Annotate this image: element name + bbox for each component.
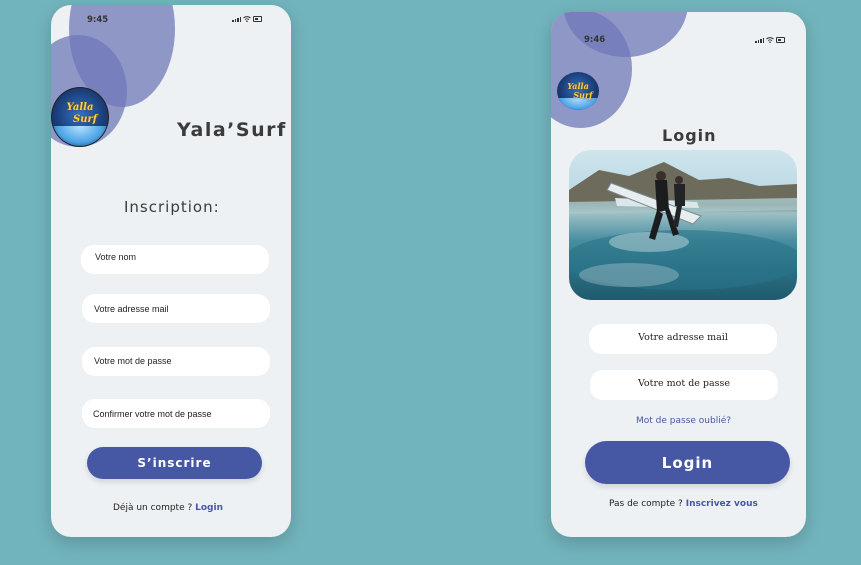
- email-placeholder: Votre adresse mail: [94, 304, 169, 314]
- password-field[interactable]: Votre mot de passe: [590, 370, 778, 400]
- login-button[interactable]: Login: [585, 441, 790, 484]
- forgot-password-link[interactable]: Mot de passe oublié?: [636, 416, 731, 426]
- signal-icon: [232, 17, 241, 22]
- app-logo: Yalla Surf: [51, 87, 109, 147]
- signal-icon: [755, 38, 764, 43]
- signup-link[interactable]: Inscrivez vous: [686, 499, 758, 509]
- password-field[interactable]: Votre mot de passe: [82, 347, 270, 376]
- password-placeholder: Votre mot de passe: [637, 378, 731, 389]
- email-field[interactable]: Votre adresse mail: [589, 324, 777, 354]
- signup-prompt-text: Pas de compte ?: [609, 499, 683, 509]
- login-screen: 9:46 Yalla Surf Login Votre adresse mail…: [551, 12, 806, 537]
- app-name: Yala’Surf: [177, 119, 287, 141]
- password-placeholder: Votre mot de passe: [94, 356, 172, 366]
- battery-icon: [776, 37, 785, 43]
- wifi-icon: [243, 16, 251, 22]
- page-title: Inscription:: [124, 198, 220, 216]
- email-field[interactable]: Votre adresse mail: [82, 294, 270, 323]
- status-icons: [755, 37, 785, 43]
- login-link[interactable]: Login: [195, 503, 223, 513]
- name-placeholder: Votre nom: [95, 252, 137, 262]
- surfers-photo: [569, 150, 797, 300]
- wifi-icon: [766, 37, 774, 43]
- email-placeholder: Votre adresse mail: [638, 332, 728, 343]
- battery-icon: [253, 16, 262, 22]
- login-prompt-text: Déjà un compte ?: [113, 503, 193, 513]
- login-prompt: Déjà un compte ? Login: [113, 503, 223, 513]
- page-title: Login: [662, 126, 717, 145]
- signup-prompt: Pas de compte ? Inscrivez vous: [609, 499, 758, 509]
- status-time: 9:45: [87, 15, 109, 25]
- confirm-password-placeholder: Confirmer votre mot de passe: [93, 409, 212, 419]
- app-logo: Yalla Surf: [557, 72, 599, 110]
- name-field[interactable]: Votre nom: [81, 245, 269, 274]
- status-icons: [232, 16, 262, 22]
- status-time: 9:46: [584, 35, 606, 45]
- signup-screen: 9:45 Yalla Surf Yala’Surf Inscription: V…: [51, 5, 291, 537]
- signup-button[interactable]: S’inscrire: [87, 447, 262, 479]
- confirm-password-field[interactable]: Confirmer votre mot de passe: [82, 399, 270, 428]
